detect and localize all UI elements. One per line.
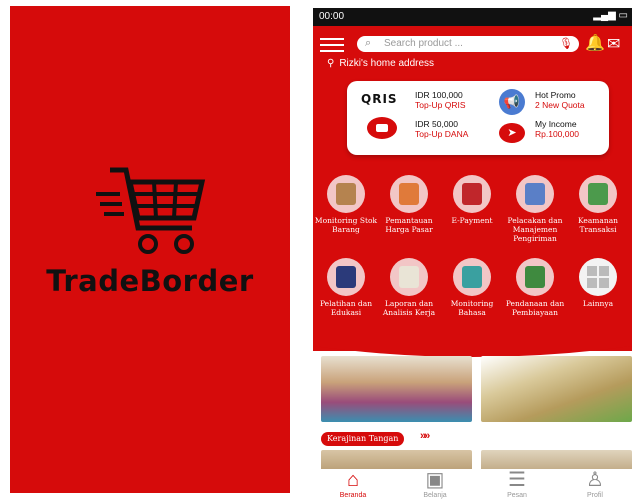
income-title: My Income <box>535 119 577 129</box>
feature-label: E-Payment <box>451 216 493 225</box>
nav-belanja[interactable]: ▣ Belanja <box>405 469 465 499</box>
qris-logo: QRIS <box>361 92 398 106</box>
market-price-chart-icon <box>390 175 428 213</box>
nav-label: Belanja <box>423 492 447 499</box>
shopping-cart-icon <box>96 167 206 254</box>
address-text: Rizki's home address <box>339 58 435 69</box>
qris-label: Top-Up QRIS <box>415 100 466 110</box>
feature-monitoring-stok[interactable]: Monitoring Stok Barang <box>313 175 379 234</box>
dana-wallet-icon <box>367 117 397 139</box>
feature-label: Lainnya <box>582 299 614 308</box>
battery-icon: ▭ <box>618 10 628 21</box>
brand-name: TradeBorder <box>46 264 254 298</box>
feature-label: Pelatihan dan Edukasi <box>319 299 373 317</box>
report-analysis-icon <box>390 258 428 296</box>
feature-monitoring-bahasa[interactable]: Monitoring Bahasa <box>439 258 505 317</box>
language-monitoring-icon <box>453 258 491 296</box>
nav-label: Pesan <box>507 492 527 499</box>
microphone-icon[interactable]: 🎙 <box>559 37 573 50</box>
topup-dana-button[interactable]: IDR 50,000 Top-Up DANA <box>415 119 468 139</box>
dana-amount: IDR 50,000 <box>415 119 458 129</box>
security-lock-icon <box>579 175 617 213</box>
home-icon: ⌂ <box>346 469 360 491</box>
feature-keamanan-transaksi[interactable]: Keamanan Transaksi <box>565 175 631 234</box>
bell-icon[interactable]: 🔔 <box>585 33 605 53</box>
hamburger-menu-icon[interactable] <box>320 34 344 54</box>
payment-hand-icon <box>453 175 491 213</box>
status-time: 00:00 <box>319 11 345 22</box>
funding-money-icon <box>516 258 554 296</box>
shopping-bag-icon: ▣ <box>425 469 445 491</box>
nav-pesan[interactable]: ☰ Pesan <box>487 469 547 499</box>
promo-megaphone-icon: 📢 <box>499 89 525 115</box>
nav-profil[interactable]: ♙ Profil <box>565 469 625 499</box>
product-image-woven-baskets[interactable] <box>321 356 472 422</box>
promo-title: Hot Promo <box>535 90 576 100</box>
feature-pelatihan-edukasi[interactable]: Pelatihan dan Edukasi <box>313 258 379 317</box>
training-person-icon <box>327 258 365 296</box>
nav-beranda[interactable]: ⌂ Beranda <box>323 469 383 499</box>
bottom-navigation: ⌂ Beranda ▣ Belanja ☰ Pesan ♙ Profil <box>313 469 632 499</box>
feature-label: Monitoring Bahasa <box>450 299 494 317</box>
warehouse-stock-icon <box>327 175 365 213</box>
topup-qris-button[interactable]: IDR 100,000 Top-Up QRIS <box>415 90 466 110</box>
nav-label: Beranda <box>339 492 367 499</box>
profile-icon: ♙ <box>586 469 604 491</box>
feature-label: Pelacakan dan Manajemen Pengiriman <box>507 216 563 243</box>
mail-icon[interactable]: ✉ <box>607 34 620 54</box>
category-tag[interactable]: Kerajinan Tangan <box>321 432 405 446</box>
search-input[interactable]: ⌕ Search product ... 🎙 <box>357 36 579 52</box>
feature-lainnya[interactable]: Lainnya <box>565 258 631 308</box>
feature-pelacakan-pengiriman[interactable]: Pelacakan dan Manajemen Pengiriman <box>502 175 568 243</box>
signal-icon: ▂▄▆ <box>593 10 616 21</box>
hot-promo-button[interactable]: Hot Promo 2 New Quota <box>535 90 585 110</box>
feature-pendanaan-pembiayaan[interactable]: Pendanaan dan Pembiayaan <box>502 258 568 317</box>
feature-label: Monitoring Stok Barang <box>314 216 378 234</box>
shipping-tracking-icon <box>516 175 554 213</box>
location-pin-icon: ⚲ <box>327 58 335 69</box>
delivery-address[interactable]: ⚲ Rizki's home address <box>327 58 434 69</box>
income-money-icon: ➤ <box>499 123 525 143</box>
promo-sub: 2 New Quota <box>535 100 585 110</box>
nav-label: Profil <box>587 492 603 499</box>
status-bar: 00:00 ▂▄▆ ▭ <box>313 8 632 26</box>
feature-label: Pemantauan Harga Pasar <box>385 216 433 234</box>
income-value: Rp.100,000 <box>535 129 579 139</box>
search-icon: ⌕ <box>365 37 372 49</box>
home-screen: 00:00 ▂▄▆ ▭ ⌕ Search product ... 🎙 🔔 ✉ ⚲… <box>313 8 632 499</box>
dana-label: Top-Up DANA <box>415 129 469 139</box>
search-placeholder: Search product ... <box>384 38 463 49</box>
chevron-right-icon[interactable]: »» <box>420 430 430 442</box>
feature-label: Pendanaan dan Pembiayaan <box>505 299 565 317</box>
message-icon: ☰ <box>508 469 526 491</box>
feature-label: Keamanan Transaksi <box>577 216 619 234</box>
my-income-button[interactable]: My Income Rp.100,000 <box>535 119 579 139</box>
feature-e-payment[interactable]: E-Payment <box>439 175 505 225</box>
more-grid-icon <box>579 258 617 296</box>
product-image-bamboo-mat[interactable] <box>481 356 632 422</box>
feature-label: Laporan dan Analisis Kerja <box>382 299 436 317</box>
wallet-card: QRIS IDR 100,000 Top-Up QRIS IDR 50,000 … <box>347 81 609 155</box>
feature-laporan-analisis[interactable]: Laporan dan Analisis Kerja <box>376 258 442 317</box>
qris-amount: IDR 100,000 <box>415 90 463 100</box>
feature-pemantauan-harga[interactable]: Pemantauan Harga Pasar <box>376 175 442 234</box>
splash-screen: TradeBorder <box>10 6 290 493</box>
